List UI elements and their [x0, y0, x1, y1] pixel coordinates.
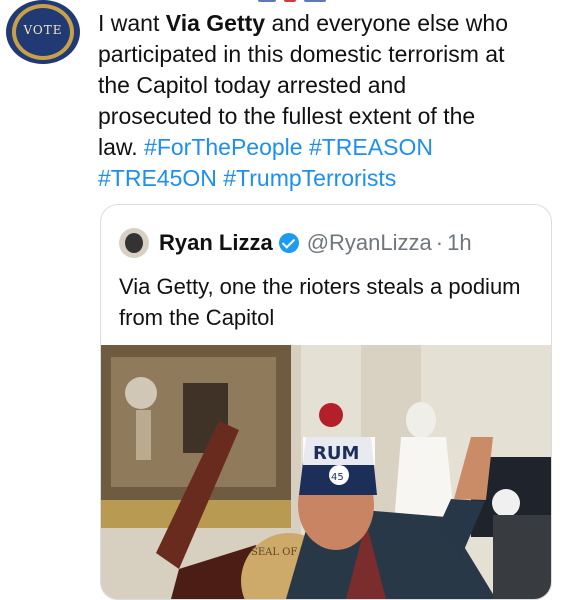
tweet-line1-prefix: I want	[98, 10, 166, 36]
statue-head	[406, 402, 436, 438]
quoted-author-avatar[interactable]	[119, 228, 149, 258]
hashtag-treason[interactable]: #TREASON	[309, 134, 433, 160]
quoted-tweet-header: Ryan Lizza @RyanLizza · 1h	[119, 227, 472, 259]
hashtag-tre45on[interactable]: #TRE45ON	[98, 165, 217, 191]
tweet-line5-prefix: law.	[98, 134, 145, 160]
cropped-top-content	[258, 0, 344, 2]
tweet-line3: the Capitol today arrested and	[98, 72, 407, 98]
hat-badge-text: 45	[331, 472, 344, 483]
avatar-text: VOTE	[23, 23, 63, 37]
quoted-tweet-time[interactable]: 1h	[447, 230, 471, 256]
quoted-tweet-card[interactable]: Ryan Lizza @RyanLizza · 1h Via Getty, on…	[100, 204, 552, 600]
author-avatar[interactable]: VOTE	[6, 0, 80, 64]
tweet-text: I want Via Getty and everyone else who p…	[98, 8, 558, 194]
quoted-author-name[interactable]: Ryan Lizza	[159, 230, 273, 256]
background-person	[493, 515, 551, 599]
tweet-mention: Via Getty	[165, 10, 266, 36]
beanie-pompom	[319, 403, 343, 427]
tweet-line1-suffix: and everyone else who	[265, 10, 508, 36]
painting-figure	[125, 377, 157, 409]
hat-text: RUM	[313, 443, 359, 464]
quoted-tweet-photo[interactable]: SEAL OF THE SPEAKER RUM 45	[101, 345, 551, 599]
hashtag-trumpterrorists[interactable]: #TrumpTerrorists	[223, 165, 396, 191]
quoted-tweet-text: Via Getty, one the rioters steals a podi…	[119, 274, 521, 330]
capitol-rioter-photo: SEAL OF THE SPEAKER RUM 45	[101, 345, 551, 599]
tweet-line2: participated in this domestic terrorism …	[98, 41, 505, 67]
tweet-line4: prosecuted to the fullest extent of the	[98, 103, 476, 129]
quoted-author-handle[interactable]: @RyanLizza	[307, 230, 432, 256]
verified-badge-icon	[278, 233, 299, 253]
time-separator: ·	[435, 230, 444, 255]
hashtag-fortheppeople[interactable]: #ForThePeople	[144, 134, 303, 160]
